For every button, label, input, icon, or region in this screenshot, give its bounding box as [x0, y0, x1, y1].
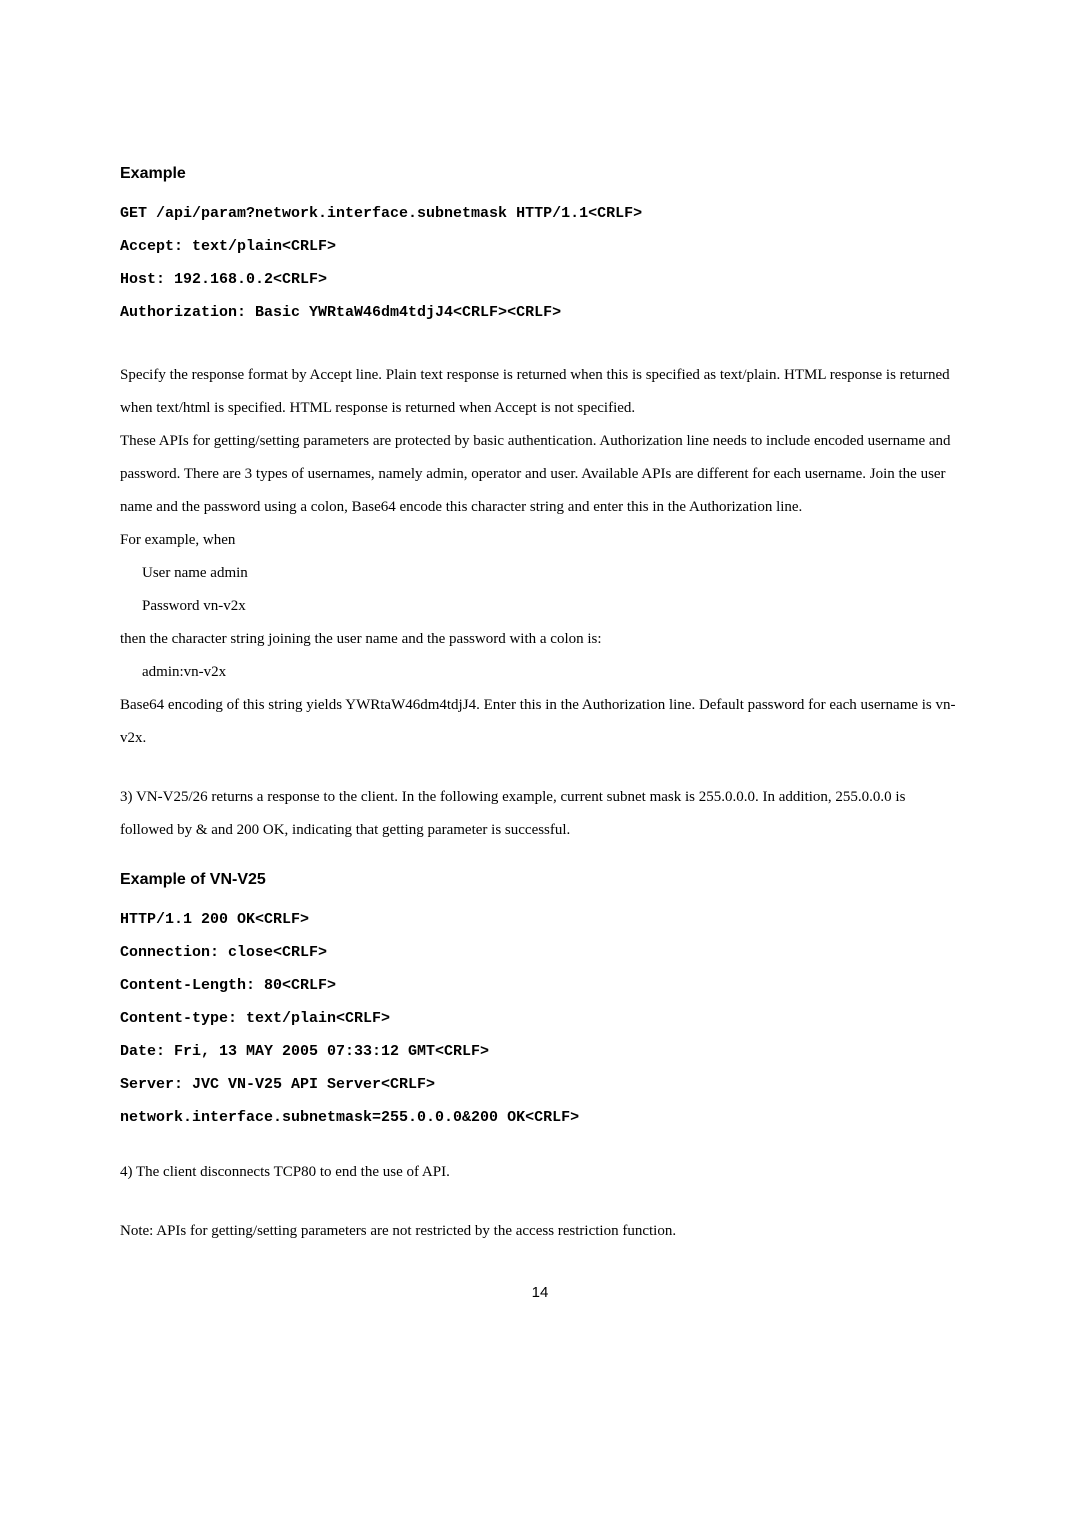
example1-line-1: Accept: text/plain<CRLF> — [120, 230, 960, 263]
paragraph-3: For example, when — [120, 524, 960, 557]
paragraph-3a: User name admin — [120, 557, 960, 590]
paragraph-6: 3) VN-V25/26 returns a response to the c… — [120, 781, 960, 847]
example2-line-1: Connection: close<CRLF> — [120, 936, 960, 969]
example1-line-3: Authorization: Basic YWRtaW46dm4tdjJ4<CR… — [120, 296, 960, 329]
example2-line-2: Content-Length: 80<CRLF> — [120, 969, 960, 1002]
example2-line-4: Date: Fri, 13 MAY 2005 07:33:12 GMT<CRLF… — [120, 1035, 960, 1068]
example2-line-3: Content-type: text/plain<CRLF> — [120, 1002, 960, 1035]
paragraph-4a: admin:vn-v2x — [120, 656, 960, 689]
paragraph-5: Base64 encoding of this string yields YW… — [120, 689, 960, 755]
page-number: 14 — [120, 1284, 960, 1301]
paragraph-4: then the character string joining the us… — [120, 623, 960, 656]
paragraph-3b: Password vn-v2x — [120, 590, 960, 623]
example2-line-6: network.interface.subnetmask=255.0.0.0&2… — [120, 1101, 960, 1134]
paragraph-1: Specify the response format by Accept li… — [120, 359, 960, 425]
paragraph-2: These APIs for getting/setting parameter… — [120, 425, 960, 524]
paragraph-7: 4) The client disconnects TCP80 to end t… — [120, 1156, 960, 1189]
example1-line-0: GET /api/param?network.interface.subnetm… — [120, 197, 960, 230]
example2-heading: Example of VN-V25 — [120, 871, 960, 889]
document-page: Example GET /api/param?network.interface… — [0, 0, 1080, 1361]
example1-line-2: Host: 192.168.0.2<CRLF> — [120, 263, 960, 296]
example1-heading: Example — [120, 165, 960, 183]
example2-line-5: Server: JVC VN-V25 API Server<CRLF> — [120, 1068, 960, 1101]
example2-line-0: HTTP/1.1 200 OK<CRLF> — [120, 903, 960, 936]
paragraph-8: Note: APIs for getting/setting parameter… — [120, 1215, 960, 1248]
